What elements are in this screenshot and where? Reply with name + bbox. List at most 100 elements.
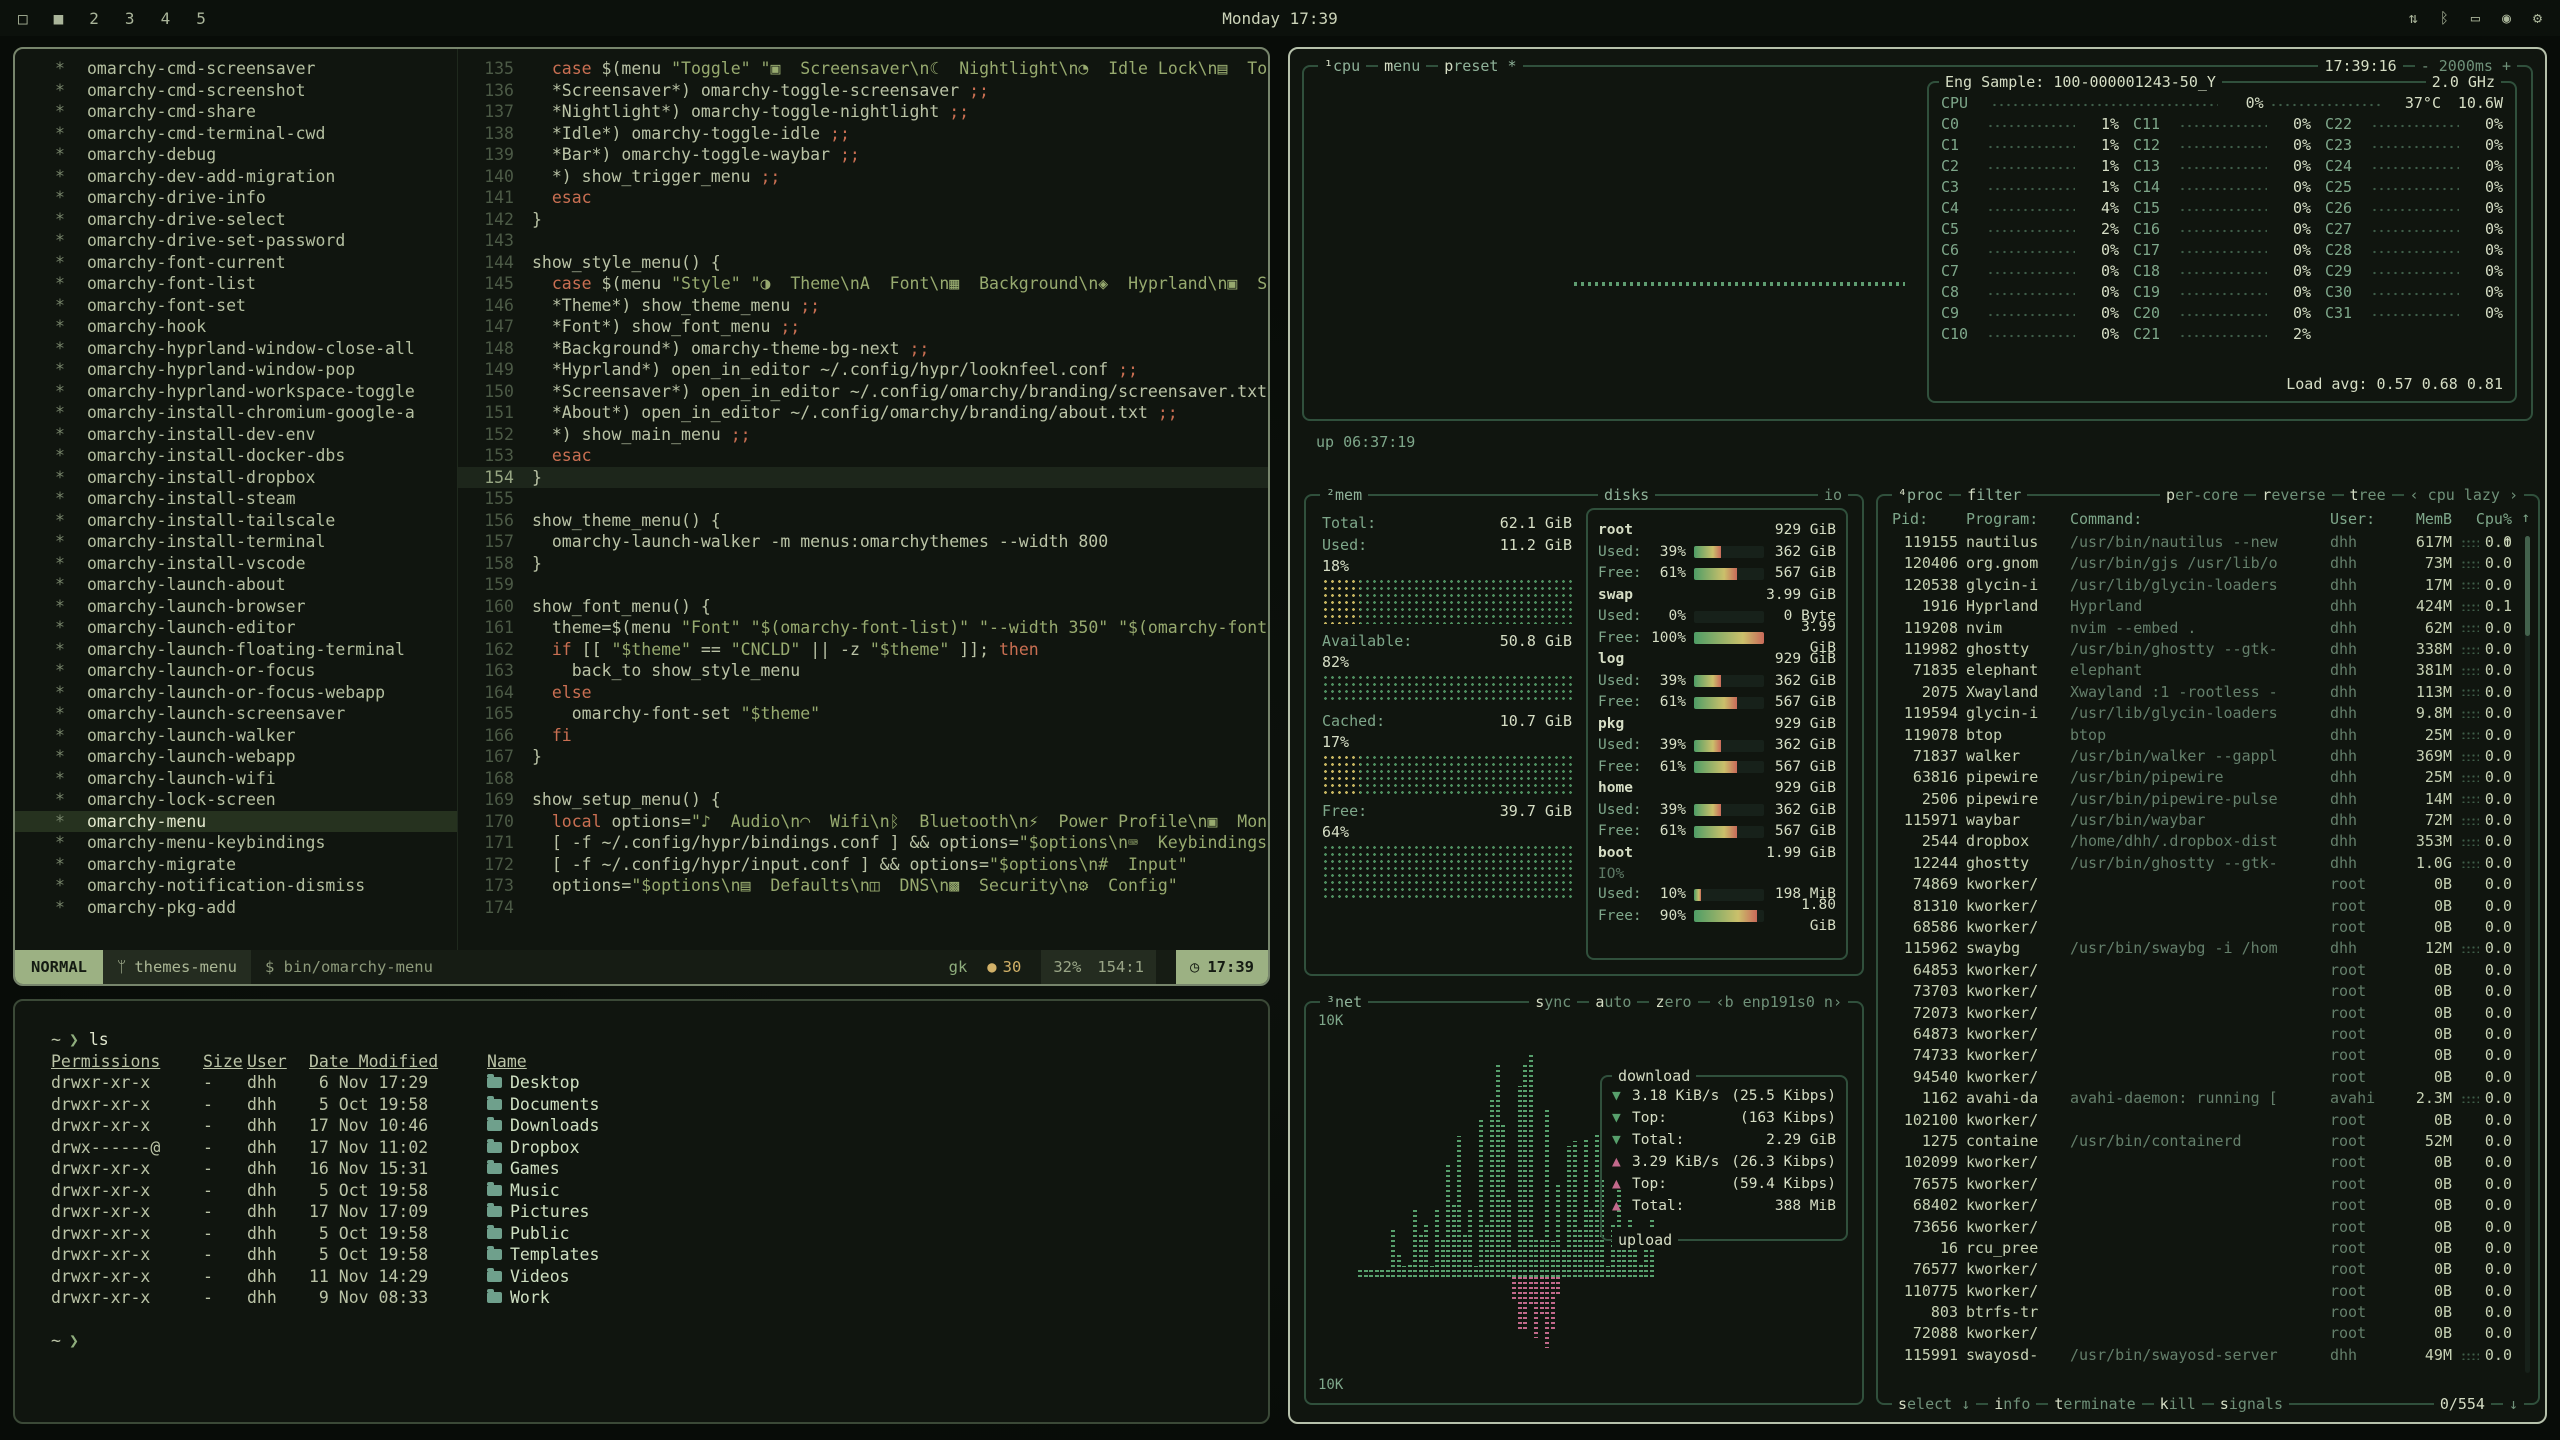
proc-filter-button[interactable]: filter — [1961, 485, 2027, 505]
proc-info-button[interactable]: info — [1988, 1394, 2036, 1414]
file-item[interactable]: *omarchy-install-vscode — [15, 553, 457, 575]
file-item[interactable]: *omarchy-launch-webapp — [15, 746, 457, 768]
net-interface-switcher[interactable]: ‹b enp191s0 n› — [1710, 992, 1848, 1012]
process-row[interactable]: 119078btopbtopdhh25M0.0 — [1892, 725, 2512, 746]
file-item[interactable]: *omarchy-launch-about — [15, 574, 457, 596]
process-row[interactable]: 119982ghostty/usr/bin/ghostty --gtk-dhh3… — [1892, 639, 2512, 660]
process-row[interactable]: 2506pipewire/usr/bin/pipewire-pulsedhh14… — [1892, 789, 2512, 810]
file-item[interactable]: *omarchy-install-terminal — [15, 531, 457, 553]
file-item[interactable]: *omarchy-launch-floating-terminal — [15, 639, 457, 661]
file-item[interactable]: *omarchy-install-steam — [15, 488, 457, 510]
file-item[interactable]: *omarchy-install-dev-env — [15, 424, 457, 446]
proc-reverse-button[interactable]: reverse — [2256, 485, 2331, 505]
process-row[interactable]: 1162avahi-daavahi-daemon: running [avahi… — [1892, 1088, 2512, 1109]
process-row[interactable]: 16rcu_preeroot0B0.0 — [1892, 1238, 2512, 1259]
proc-signals-button[interactable]: signals — [2214, 1394, 2289, 1414]
workspace-5[interactable]: 5 — [196, 9, 206, 28]
file-item[interactable]: *omarchy-font-set — [15, 295, 457, 317]
file-item[interactable]: *omarchy-hyprland-window-pop — [15, 359, 457, 381]
file-item[interactable]: *omarchy-launch-walker — [15, 725, 457, 747]
process-row[interactable]: 12244ghostty/usr/bin/ghostty --gtk-dhh1.… — [1892, 853, 2512, 874]
process-row[interactable]: 71837walker/usr/bin/walker --gappldhh369… — [1892, 746, 2512, 767]
process-row[interactable]: 81310kworker/root0B0.0 — [1892, 896, 2512, 917]
file-item[interactable]: *omarchy-cmd-share — [15, 101, 457, 123]
process-row[interactable]: 120406org.gnom/usr/bin/gjs /usr/lib/odhh… — [1892, 553, 2512, 574]
process-row[interactable]: 1275containe/usr/bin/containerdroot52M0.… — [1892, 1131, 2512, 1152]
process-row[interactable]: 64873kworker/root0B0.0 — [1892, 1024, 2512, 1045]
process-row[interactable]: 110775kworker/root0B0.0 — [1892, 1281, 2512, 1302]
workspace-icon-2[interactable]: ■ — [54, 9, 64, 28]
process-row[interactable]: 76575kworker/root0B0.0 — [1892, 1174, 2512, 1195]
file-item[interactable]: *omarchy-launch-screensaver — [15, 703, 457, 725]
proc-per-core-button[interactable]: per-core — [2160, 485, 2244, 505]
proc-kill-button[interactable]: kill — [2154, 1394, 2202, 1414]
proc-select-button[interactable]: select ↓ — [1892, 1394, 1976, 1414]
process-row[interactable]: 74869kworker/root0B0.0 — [1892, 874, 2512, 895]
disks-io-toggle[interactable]: io — [1818, 485, 1848, 505]
process-row[interactable]: 71835elephantelephantdhh381M0.0 — [1892, 660, 2512, 681]
proc-sort-selector[interactable]: ‹ cpu lazy › — [2404, 485, 2524, 505]
process-row[interactable]: 94540kworker/root0B0.0 — [1892, 1067, 2512, 1088]
file-item[interactable]: *omarchy-install-chromium-google-a — [15, 402, 457, 424]
file-item[interactable]: *omarchy-menu — [15, 811, 457, 833]
process-row[interactable]: 72088kworker/root0B0.0 — [1892, 1323, 2512, 1344]
process-row[interactable]: 120538glycin-i/usr/lib/glycin-loadersdhh… — [1892, 575, 2512, 596]
code-pane[interactable]: 135 case $(menu "Toggle" "▣ Screensaver\… — [458, 49, 1268, 950]
process-row[interactable]: 72073kworker/root0B0.0 — [1892, 1003, 2512, 1024]
file-item[interactable]: *omarchy-launch-wifi — [15, 768, 457, 790]
battery-icon[interactable]: ▭ — [2471, 9, 2480, 27]
workspace-icon-1[interactable]: □ — [18, 9, 28, 28]
file-item[interactable]: *omarchy-cmd-screensaver — [15, 58, 457, 80]
file-item[interactable]: *omarchy-install-dropbox — [15, 467, 457, 489]
file-item[interactable]: *omarchy-launch-editor — [15, 617, 457, 639]
process-row[interactable]: 102099kworker/root0B0.0 — [1892, 1152, 2512, 1173]
file-item[interactable]: *omarchy-drive-select — [15, 209, 457, 231]
proc-box-title[interactable]: ⁴proc — [1892, 485, 1949, 505]
file-item[interactable]: *omarchy-install-tailscale — [15, 510, 457, 532]
process-row[interactable]: 115962swaybg/usr/bin/swaybg -i /homdhh12… — [1892, 938, 2512, 959]
file-item[interactable]: *omarchy-migrate — [15, 854, 457, 876]
file-item[interactable]: *omarchy-hook — [15, 316, 457, 338]
file-item[interactable]: *omarchy-debug — [15, 144, 457, 166]
process-row[interactable]: 115971waybar/usr/bin/waybardhh72M0.0 — [1892, 810, 2512, 831]
volume-icon[interactable]: ◉ — [2502, 9, 2511, 27]
process-row[interactable]: 68402kworker/root0B0.0 — [1892, 1195, 2512, 1216]
workspace-2[interactable]: 2 — [89, 9, 99, 28]
file-item[interactable]: *omarchy-cmd-terminal-cwd — [15, 123, 457, 145]
file-item[interactable]: *omarchy-launch-or-focus — [15, 660, 457, 682]
process-row[interactable]: 102100kworker/root0B0.0 — [1892, 1110, 2512, 1131]
file-list[interactable]: *omarchy-cmd-screensaver*omarchy-cmd-scr… — [15, 49, 458, 950]
scroll-up-icon[interactable]: ↑ — [2522, 510, 2530, 526]
file-item[interactable]: *omarchy-cmd-screenshot — [15, 80, 457, 102]
file-item[interactable]: *omarchy-font-current — [15, 252, 457, 274]
process-row[interactable]: 63816pipewire/usr/bin/pipewiredhh25M0.0 — [1892, 767, 2512, 788]
workspace-4[interactable]: 4 — [161, 9, 171, 28]
file-item[interactable]: *omarchy-hyprland-workspace-toggle — [15, 381, 457, 403]
process-row[interactable]: 119208nvimnvim --embed .dhh62M0.0 — [1892, 618, 2512, 639]
file-item[interactable]: *omarchy-dev-add-migration — [15, 166, 457, 188]
net-zero-button[interactable]: zero — [1649, 992, 1697, 1012]
menu-button[interactable]: menu — [1378, 56, 1426, 76]
file-item[interactable]: *omarchy-lock-screen — [15, 789, 457, 811]
file-item[interactable]: *omarchy-hyprland-window-close-all — [15, 338, 457, 360]
process-row[interactable]: 2075XwaylandXwayland :1 -rootless -dhh11… — [1892, 682, 2512, 703]
file-item[interactable]: *omarchy-notification-dismiss — [15, 875, 457, 897]
file-item[interactable]: *omarchy-drive-info — [15, 187, 457, 209]
process-scrollbar[interactable] — [2525, 536, 2530, 1373]
settings-icon[interactable]: ⚙ — [2533, 9, 2542, 27]
process-row[interactable]: 76577kworker/root0B0.0 — [1892, 1259, 2512, 1280]
process-row[interactable]: 119594glycin-i/usr/lib/glycin-loadersdhh… — [1892, 703, 2512, 724]
process-row[interactable]: 119155nautilus/usr/bin/nautilus --newdhh… — [1892, 532, 2512, 553]
file-item[interactable]: *omarchy-drive-set-password — [15, 230, 457, 252]
process-table-header[interactable]: Pid:Program:Command:User:MemBCpu% ↑ — [1892, 508, 2512, 530]
process-row[interactable]: 803btrfs-trroot0B0.0 — [1892, 1302, 2512, 1323]
preset-button[interactable]: preset * — [1438, 56, 1522, 76]
proc-terminate-button[interactable]: terminate — [2048, 1394, 2141, 1414]
file-item[interactable]: *omarchy-menu-keybindings — [15, 832, 457, 854]
terminal-body[interactable]: ~❯lsPermissionsSizeUserDate ModifiedName… — [15, 1001, 1268, 1422]
process-row[interactable]: 73703kworker/root0B0.0 — [1892, 981, 2512, 1002]
cpu-box-title[interactable]: ¹cpu — [1318, 56, 1366, 76]
process-row[interactable]: 74733kworker/root0B0.0 — [1892, 1045, 2512, 1066]
net-sync-button[interactable]: sync — [1529, 992, 1577, 1012]
bluetooth-icon[interactable]: ᛒ — [2440, 9, 2449, 27]
